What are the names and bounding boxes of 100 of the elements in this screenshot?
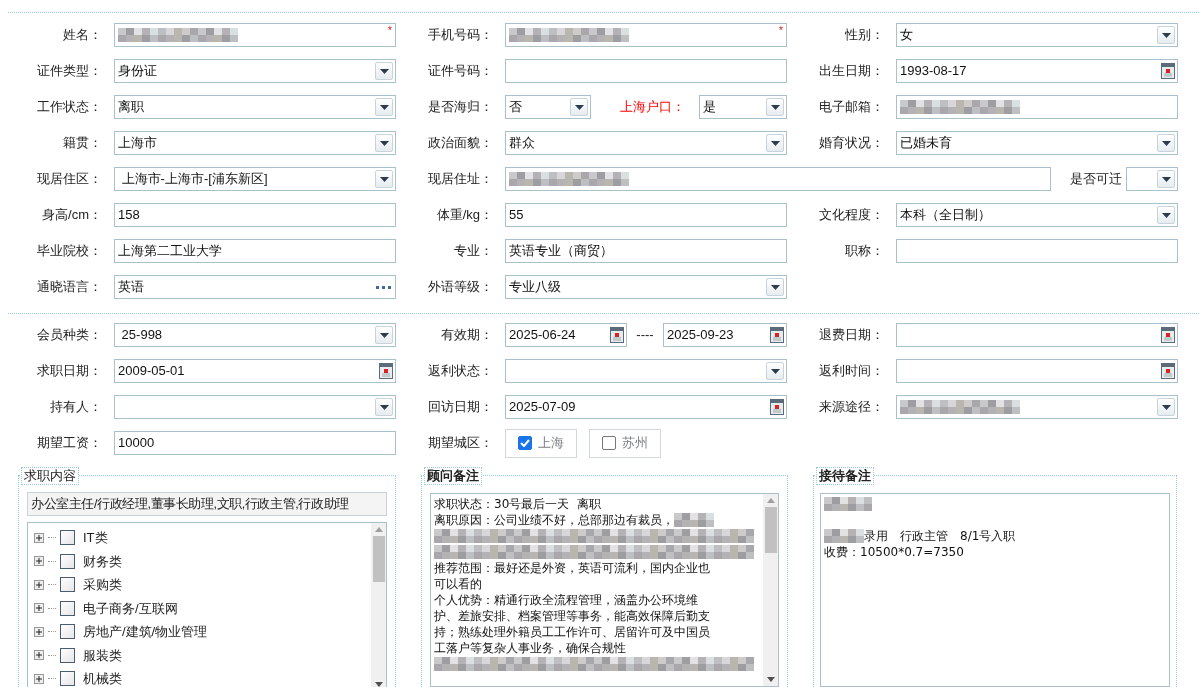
checkbox[interactable] (60, 600, 75, 616)
text-field[interactable]: * (505, 23, 787, 47)
checkbox[interactable] (518, 436, 532, 450)
tree-item[interactable]: 采购类 (34, 573, 371, 597)
checkbox[interactable] (60, 647, 75, 663)
dropdown-caret-icon[interactable] (375, 398, 393, 416)
checkbox[interactable] (602, 436, 616, 450)
calendar-icon[interactable] (1161, 63, 1175, 79)
text-field[interactable]: 158 (114, 203, 396, 227)
scroll-down-icon[interactable] (374, 682, 383, 687)
expand-icon[interactable] (34, 556, 44, 567)
checkbox[interactable] (60, 553, 75, 569)
select-field[interactable]: 上海市-上海市-[浦东新区] (114, 167, 396, 191)
date-field[interactable]: 2025-07-09 (505, 395, 787, 419)
date-field[interactable]: 1993-08-17 (896, 59, 1178, 83)
text-field[interactable] (505, 167, 1052, 191)
tree-item[interactable]: IT类 (34, 526, 371, 550)
dropdown-caret-icon[interactable] (375, 326, 393, 344)
select-field[interactable]: 否 (505, 95, 591, 119)
expand-icon[interactable] (34, 626, 44, 637)
date-field[interactable]: 2025-09-23 (663, 323, 787, 347)
select-field[interactable]: 群众 (505, 131, 787, 155)
expand-icon[interactable] (34, 650, 44, 661)
field-label: 返利时间： (818, 362, 885, 381)
dropdown-caret-icon[interactable] (1157, 206, 1175, 224)
select-field[interactable]: 离职 (114, 95, 396, 119)
checkbox-option[interactable]: 上海 (505, 428, 577, 458)
date-field[interactable]: 2009-05-01 (114, 359, 396, 383)
more-icon[interactable] (376, 285, 391, 289)
dropdown-caret-icon[interactable] (766, 278, 784, 296)
select-field[interactable] (1126, 167, 1178, 191)
text-field[interactable] (505, 59, 787, 83)
scrollbar[interactable] (371, 523, 386, 687)
lookup-field[interactable]: 英语 (114, 275, 396, 299)
text-field[interactable]: 英语专业（商贸） (505, 239, 787, 263)
text-field[interactable] (896, 239, 1178, 263)
tree-item[interactable]: 机械类 (34, 667, 371, 687)
scroll-down-icon[interactable] (766, 677, 775, 682)
date-field[interactable] (896, 359, 1178, 383)
dropdown-caret-icon[interactable] (570, 98, 588, 116)
text-field[interactable]: * (114, 23, 396, 47)
select-field[interactable] (896, 395, 1178, 419)
calendar-icon[interactable] (770, 327, 784, 343)
tree-item[interactable]: 房地产/建筑/物业管理 (34, 620, 371, 644)
text-field[interactable]: 上海第二工业大学 (114, 239, 396, 263)
select-field[interactable]: 已婚未育 (896, 131, 1178, 155)
tree-item[interactable]: 电子商务/互联网 (34, 596, 371, 620)
checkbox[interactable] (60, 577, 75, 593)
select-field[interactable]: 上海市 (114, 131, 396, 155)
field-label: 手机号码： (427, 26, 494, 45)
select-field[interactable] (505, 359, 787, 383)
dropdown-caret-icon[interactable] (375, 98, 393, 116)
date-field[interactable] (896, 323, 1178, 347)
selected-jobs-field[interactable]: 办公室主任/行政经理,董事长助理,文职,行政主管,行政助理 (27, 492, 387, 516)
field-label: 电子邮箱： (818, 98, 885, 117)
dropdown-caret-icon[interactable] (375, 170, 393, 188)
select-field[interactable]: 女 (896, 23, 1178, 47)
select-field[interactable]: 25-998 (114, 323, 396, 347)
checkbox[interactable] (60, 530, 75, 546)
dropdown-caret-icon[interactable] (766, 134, 784, 152)
dropdown-caret-icon[interactable] (1157, 398, 1175, 416)
text-field[interactable]: 55 (505, 203, 787, 227)
select-field[interactable]: 专业八级 (505, 275, 787, 299)
dropdown-caret-icon[interactable] (766, 98, 784, 116)
checkbox[interactable] (60, 624, 75, 640)
field-label: 姓名： (62, 26, 103, 45)
calendar-icon[interactable] (610, 327, 624, 343)
scrollbar-thumb[interactable] (372, 536, 385, 582)
calendar-icon[interactable] (770, 399, 784, 415)
tree-item-label: 机械类 (83, 670, 122, 687)
scrollbar-thumb[interactable] (764, 507, 777, 553)
calendar-icon[interactable] (1161, 327, 1175, 343)
tree-item[interactable]: 服装类 (34, 643, 371, 667)
dropdown-caret-icon[interactable] (766, 362, 784, 380)
dropdown-caret-icon[interactable] (375, 134, 393, 152)
expand-icon[interactable] (34, 532, 44, 543)
checkbox-option[interactable]: 苏州 (589, 428, 661, 458)
date-field[interactable]: 2025-06-24 (505, 323, 627, 347)
text-field[interactable] (896, 95, 1178, 119)
dropdown-caret-icon[interactable] (1157, 134, 1175, 152)
scrollbar[interactable] (763, 494, 778, 686)
select-field[interactable]: 本科（全日制） (896, 203, 1178, 227)
notes-area[interactable]: 求职状态：30号最后一天 离职 离职原因：公司业绩不好，总部那边有裁员， 推荐范围：最好还是外资，英语可流利，国内企业也 可以看的 个人优势：精通行政全流程管理，涵盖办公环境维 护、差旅安排、档案管理等事务，能高效保障后勤支 持；熟练处理外籍员工工作许可、居留许可及中国员 工落户等复杂人事业务，确保合规性 (430, 493, 779, 687)
select-field[interactable]: 是 (699, 95, 787, 119)
expand-icon[interactable] (34, 673, 44, 684)
calendar-icon[interactable] (1161, 363, 1175, 379)
dropdown-caret-icon[interactable] (1157, 26, 1175, 44)
range-separator: ---- (635, 326, 655, 345)
dropdown-caret-icon[interactable] (375, 62, 393, 80)
text-field[interactable]: 10000 (114, 431, 396, 455)
expand-icon[interactable] (34, 579, 44, 590)
dropdown-caret-icon[interactable] (1157, 170, 1175, 188)
field-label: 上海户口： (619, 98, 686, 117)
expand-icon[interactable] (34, 603, 44, 614)
notes-area[interactable]: 录用 行政主管 8/1号入职 收费：10500*0.7=7350 (820, 493, 1170, 687)
checkbox[interactable] (60, 671, 75, 687)
select-field[interactable] (114, 395, 396, 419)
calendar-icon[interactable] (379, 363, 393, 379)
tree-item[interactable]: 财务类 (34, 549, 371, 573)
select-field[interactable]: 身份证 (114, 59, 396, 83)
